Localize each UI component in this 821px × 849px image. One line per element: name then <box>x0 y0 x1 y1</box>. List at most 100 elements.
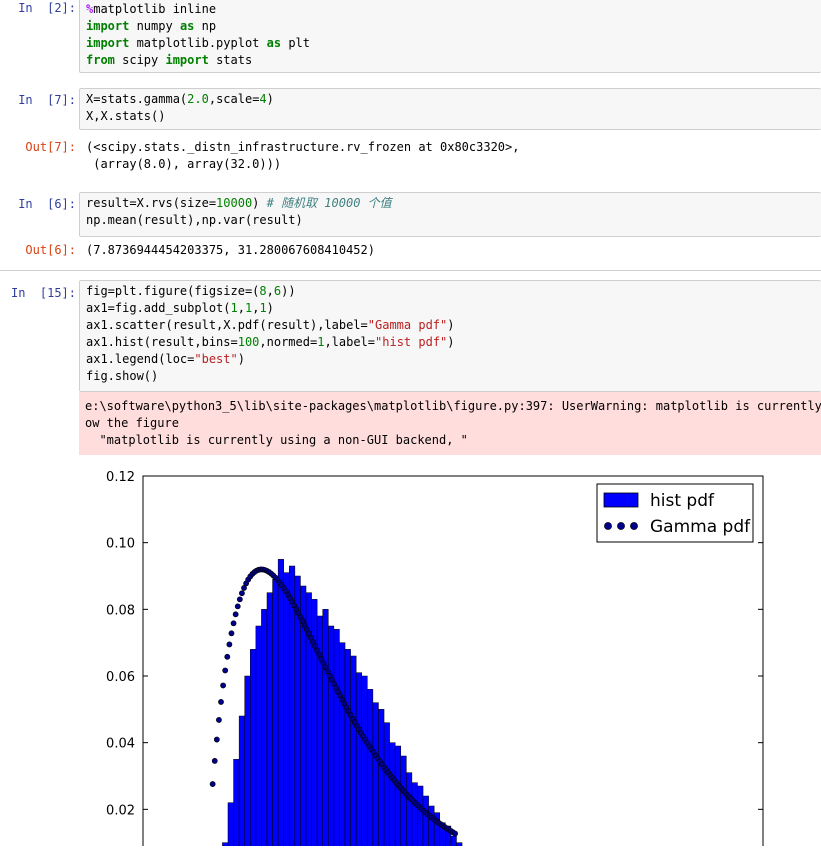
hist-bar <box>344 649 351 849</box>
hist-bar <box>244 675 251 849</box>
hist-bar <box>339 642 346 849</box>
gamma-point <box>236 596 243 603</box>
code-token: "Gamma pdf" <box>367 318 448 332</box>
code-line: X,X.stats() <box>86 108 815 125</box>
code-token: ,scale= <box>208 92 260 106</box>
code-token: , <box>266 284 274 298</box>
code-token: ax1.scatter(result,X.pdf(result),label= <box>86 318 368 332</box>
code-input[interactable]: %matplotlib inline import numpy as np impo… <box>79 0 821 73</box>
gamma-point <box>224 653 231 660</box>
code-token: , <box>237 301 245 315</box>
y-tick-label: 0.06 <box>106 670 135 685</box>
code-line: fig=plt.figure(figsize=(8,6)) <box>86 283 815 300</box>
code-token: ) <box>237 352 245 366</box>
code-input[interactable]: X=stats.gamma(2.0,scale=4) X,X.stats() <box>79 88 821 130</box>
hist-bar <box>261 609 268 849</box>
code-token: numpy <box>129 19 180 33</box>
gamma-point <box>232 611 239 618</box>
stderr-line: ow the figure <box>85 416 179 430</box>
legend-dot <box>617 522 625 530</box>
legend-hist-swatch <box>603 492 639 508</box>
hist-bar <box>378 709 385 849</box>
gamma-point <box>226 641 233 648</box>
code-input[interactable]: fig=plt.figure(figsize=(8,6)) ax1=fig.add… <box>79 280 821 392</box>
code-token: as <box>179 19 195 33</box>
code-line: from scipy import stats <box>86 52 815 69</box>
hist-bar <box>400 755 407 849</box>
code-token: import <box>86 19 130 33</box>
gamma-point <box>209 781 216 787</box>
hist-bar <box>372 702 379 849</box>
legend-label-hist: hist pdf <box>650 491 715 511</box>
legend-dot <box>604 522 612 530</box>
input-prompt: In [15]: <box>10 286 76 300</box>
plot-output: 0.12 0.10 0.08 0.06 0.04 0.02 hist pdf Gamma … <box>79 458 821 849</box>
output-line: (<scipy.stats._distn_infrastructure.rv_f… <box>86 140 520 154</box>
code-line: ax1=fig.add_subplot(1,1,1) <box>86 300 815 317</box>
y-tick-label: 0.08 <box>106 603 135 618</box>
y-tick-label: 0.04 <box>106 737 135 752</box>
hist-bar <box>383 722 390 849</box>
input-prompt: In [7]: <box>18 93 76 107</box>
gamma-point <box>213 736 220 743</box>
code-token: stats <box>208 53 253 67</box>
code-token: ax1.hist(result,bins= <box>86 335 238 349</box>
code-token: 100 <box>237 335 260 349</box>
code-line: X=stats.gamma(2.0,scale=4) <box>86 91 815 108</box>
hist-bar <box>333 629 340 849</box>
gamma-point <box>230 620 237 627</box>
code-token: )) <box>281 284 296 298</box>
input-prompt: In [2]: <box>18 1 76 15</box>
code-token: scipy <box>114 53 166 67</box>
hist-bar <box>233 759 240 849</box>
code-token: # 随机取 10000 个值 <box>266 196 392 210</box>
code-token: np <box>194 19 217 33</box>
hist-bar <box>255 625 262 849</box>
code-token: 1 <box>259 301 267 315</box>
hist-bar <box>350 655 357 849</box>
code-token: 6 <box>273 284 282 298</box>
code-token: ) <box>447 335 455 349</box>
code-token: X=stats.gamma( <box>86 92 188 106</box>
output-prompt: Out[7]: <box>25 140 76 154</box>
y-tick-label: 0.02 <box>106 803 135 818</box>
code-token: ) <box>266 92 274 106</box>
code-input[interactable]: result=X.rvs(size=10000) # 随机取 10000 个值 n… <box>79 192 821 237</box>
code-token: import <box>165 53 209 67</box>
code-line: ax1.legend(loc="best") <box>86 351 815 368</box>
cell-divider <box>0 270 821 271</box>
hist-bar <box>283 572 290 849</box>
gamma-point <box>211 757 218 764</box>
y-tick-label: 0.12 <box>106 470 135 485</box>
hist-bar <box>328 625 335 849</box>
output-line: (7.8736944454203375, 31.280067608410452) <box>86 243 375 257</box>
code-token: ) <box>252 196 267 210</box>
hist-bar <box>422 795 429 849</box>
code-token: ax1.legend(loc= <box>86 352 195 366</box>
code-token: from <box>86 53 115 67</box>
code-token: matplotlib inline <box>93 2 217 16</box>
hist-bar <box>266 592 273 849</box>
code-token: np.mean(result),np.var(result) <box>86 213 303 227</box>
hist-bar <box>322 609 329 849</box>
code-token: 1 <box>230 301 238 315</box>
code-token: plt <box>281 36 310 50</box>
hist-bar <box>394 745 402 849</box>
code-token: import <box>86 36 130 50</box>
code-token: 4 <box>259 92 267 106</box>
legend-dot <box>630 522 638 530</box>
hist-bar <box>355 672 362 849</box>
code-token: ,label= <box>324 335 376 349</box>
gamma-point <box>220 682 227 689</box>
code-line: %matplotlib inline <box>86 1 815 18</box>
gamma-point <box>452 830 458 837</box>
output-line: (array(8.0), array(32.0))) <box>86 157 282 171</box>
output-text: (<scipy.stats._distn_infrastructure.rv_f… <box>86 139 821 173</box>
code-token: matplotlib.pyplot <box>129 36 267 50</box>
code-line: fig.show() <box>86 368 815 385</box>
hist-bar <box>450 835 457 849</box>
code-token: fig=plt.figure(figsize=( <box>86 284 260 298</box>
gamma-hist-chart: 0.12 0.10 0.08 0.06 0.04 0.02 hist pdf Gamma … <box>106 470 764 849</box>
hist-bar <box>250 649 257 849</box>
hist-bar <box>411 782 418 849</box>
